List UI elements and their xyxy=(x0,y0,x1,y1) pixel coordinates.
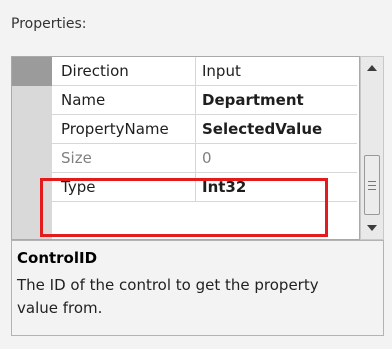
property-row-propertyname[interactable]: PropertyName SelectedValue xyxy=(52,115,357,144)
property-value[interactable]: Input xyxy=(202,57,357,85)
property-value[interactable]: 0 xyxy=(202,144,357,172)
property-name: Type xyxy=(61,173,196,201)
property-name: Direction xyxy=(61,57,196,85)
arrow-down-icon[interactable] xyxy=(361,219,383,237)
property-value[interactable]: Int32 xyxy=(202,173,357,201)
property-row-direction[interactable]: Direction Input xyxy=(52,57,357,86)
vertical-scrollbar[interactable] xyxy=(360,56,384,240)
grid-gutter-selection xyxy=(12,57,52,86)
property-name: PropertyName xyxy=(61,115,196,143)
description-text: The ID of the control to get the propert… xyxy=(17,276,319,317)
grip-lines-icon xyxy=(368,180,376,190)
scrollbar-thumb[interactable] xyxy=(364,155,380,215)
property-grid: Direction Input Name Department Property… xyxy=(11,56,360,240)
properties-label: Properties: xyxy=(11,16,87,32)
property-value[interactable]: SelectedValue xyxy=(202,115,357,143)
property-name: Size xyxy=(61,144,196,172)
property-row-name[interactable]: Name Department xyxy=(52,86,357,115)
property-name: Name xyxy=(61,86,196,114)
property-value[interactable]: Department xyxy=(202,86,357,114)
description-title: ControlID xyxy=(17,249,98,267)
property-row-type[interactable]: Type Int32 xyxy=(52,173,357,202)
property-row-size[interactable]: Size 0 xyxy=(52,144,357,173)
description-panel: ControlID The ID of the control to get t… xyxy=(11,240,384,336)
arrow-up-icon[interactable] xyxy=(361,59,383,77)
